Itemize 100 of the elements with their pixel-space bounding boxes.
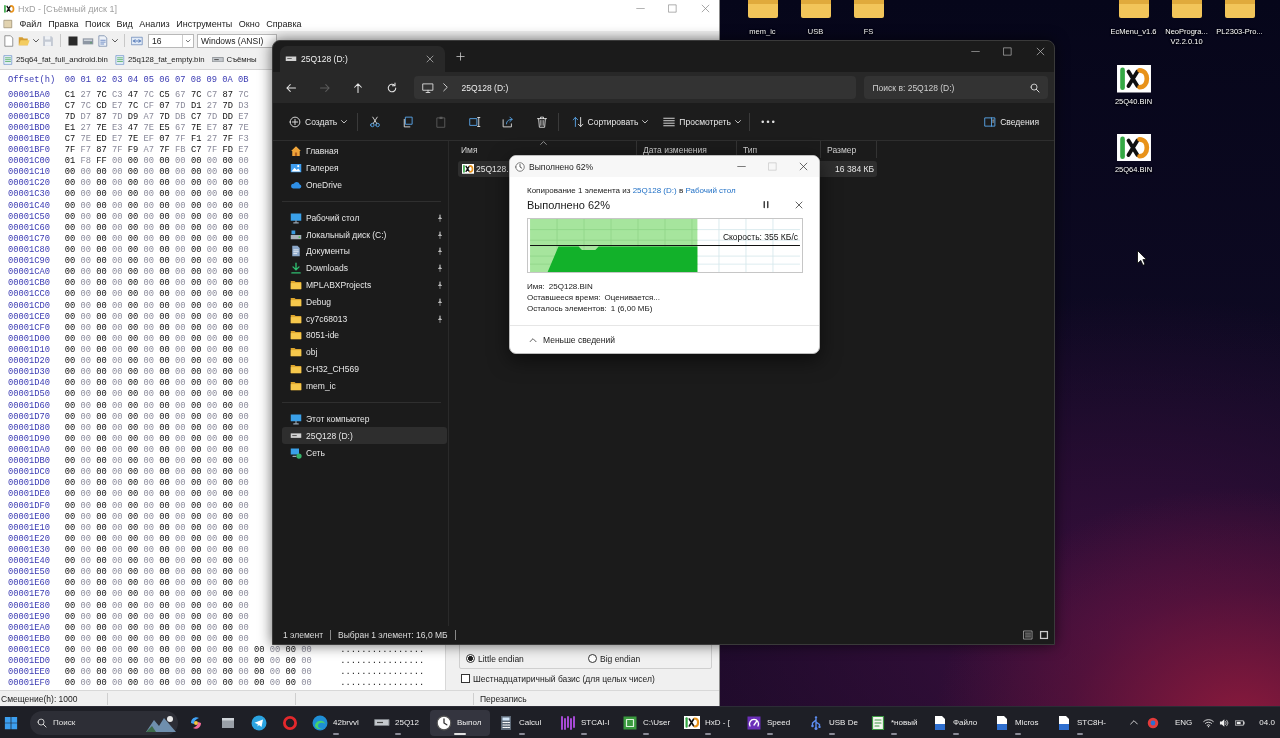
toolbar-button[interactable]: Создать <box>284 109 353 134</box>
volume-icon[interactable] <box>1219 717 1230 728</box>
plus-icon[interactable] <box>456 52 465 61</box>
less-details-button[interactable]: Меньше сведений <box>527 334 616 346</box>
clock-text[interactable]: 04.0 <box>1259 718 1275 727</box>
menu-item[interactable]: Справка <box>266 19 302 29</box>
wifi-icon[interactable] <box>1203 717 1215 728</box>
encoding-dropdown[interactable]: Windows (ANSI) <box>197 33 277 48</box>
columns-icon[interactable] <box>131 34 143 47</box>
caret-icon[interactable] <box>33 38 39 43</box>
minimize-icon[interactable] <box>970 50 980 52</box>
sidebar-item[interactable]: CH32_CH569 <box>282 360 447 378</box>
hex-file-icon[interactable] <box>1116 133 1151 162</box>
battery-icon[interactable] <box>1235 717 1246 728</box>
radio-button[interactable] <box>588 654 597 663</box>
tiles-view-icon[interactable] <box>1039 630 1049 640</box>
tray-app-icon[interactable] <box>1147 716 1159 729</box>
details-button[interactable]: Сведения <box>980 109 1043 134</box>
rename-icon[interactable] <box>468 115 481 128</box>
menu-item[interactable]: Правка <box>48 19 79 29</box>
close-icon[interactable] <box>798 162 808 171</box>
taskbar-button[interactable]: USB De <box>802 709 862 736</box>
taskbar-button[interactable]: Calcul <box>492 709 552 736</box>
menu-item[interactable]: Инструменты <box>176 19 233 29</box>
up-icon[interactable] <box>352 81 364 94</box>
source-link[interactable]: 25Q128 (D:) <box>632 186 677 195</box>
language-indicator[interactable]: ENG <box>1175 718 1193 727</box>
toolbar-button[interactable]: Просмотреть <box>659 109 745 134</box>
sidebar-item[interactable]: Рабочий стол <box>282 209 447 227</box>
ring-icon[interactable] <box>282 714 298 731</box>
square-icon[interactable] <box>67 34 79 47</box>
sidebar-item[interactable]: MPLABXProjects <box>282 276 447 294</box>
folder-icon[interactable] <box>1171 0 1202 18</box>
tab[interactable]: 25Q128 (D:) <box>280 46 445 72</box>
radio-label[interactable]: Big endian <box>600 653 641 664</box>
menu-item[interactable]: Поиск <box>85 19 110 29</box>
address-bar[interactable]: 25Q128 (D:) <box>413 76 856 99</box>
menu-item[interactable]: Вид <box>116 19 133 29</box>
taskbar-button[interactable]: 42brvvl <box>306 709 366 736</box>
sidebar-item[interactable]: cy7c68013 <box>282 310 447 327</box>
column-header[interactable]: Размер <box>827 144 857 155</box>
sidebar-item[interactable]: Галерея <box>282 159 447 177</box>
taskbar-button[interactable]: Выпол <box>430 709 490 736</box>
bytes-per-row-dropdown[interactable]: 16 <box>148 33 194 48</box>
list-view-icon[interactable] <box>1023 630 1033 640</box>
column-header[interactable]: Тип <box>743 144 758 155</box>
taskbar-button[interactable]: HxD - [ <box>678 709 738 736</box>
destination-link[interactable]: Рабочий стол <box>685 186 736 195</box>
taskbar-button[interactable]: STC8H- <box>1050 709 1110 736</box>
pause-icon[interactable] <box>763 201 769 209</box>
taskbar-button[interactable]: *новый <box>864 709 924 736</box>
chevron-up-icon[interactable] <box>1130 720 1138 725</box>
folder-icon[interactable] <box>747 0 778 18</box>
sidebar-item[interactable]: 8051-ide <box>282 326 447 344</box>
sidebar-item[interactable]: Downloads <box>282 259 447 277</box>
hex-file-icon[interactable] <box>1116 65 1151 93</box>
search-field[interactable]: Поиск в: 25Q128 (D:) <box>863 76 1048 99</box>
maximize-icon[interactable] <box>1002 46 1012 56</box>
copy-icon[interactable] <box>402 115 414 128</box>
taskbar-button[interactable]: Micros <box>988 709 1048 736</box>
radio-button[interactable] <box>466 654 475 663</box>
sidebar-item[interactable]: mem_ic <box>282 377 447 395</box>
search-field[interactable]: Поиск <box>30 710 178 735</box>
minimize-icon[interactable] <box>736 165 746 168</box>
radio-label[interactable]: Little endian <box>478 653 524 664</box>
sidebar-item[interactable]: Debug <box>282 293 447 311</box>
sidebar-item[interactable]: Сеть <box>282 444 447 461</box>
back-icon[interactable] <box>285 81 297 94</box>
menu-item[interactable]: Файл <box>19 19 42 29</box>
sidebar-item[interactable]: 25Q128 (D:) <box>282 427 447 445</box>
more-icon[interactable] <box>760 119 775 124</box>
folder-icon[interactable] <box>800 0 831 18</box>
sidebar-item[interactable]: Локальный диск (C:) <box>282 226 447 243</box>
menu-item[interactable]: Анализ <box>139 19 170 29</box>
swirl-icon[interactable] <box>188 714 204 731</box>
column-header[interactable]: Имя <box>461 144 478 155</box>
column-header[interactable]: Дата изменения <box>643 144 707 155</box>
sidebar-item[interactable]: Главная <box>282 142 447 160</box>
close-icon[interactable] <box>1035 46 1045 56</box>
taskbar-button[interactable]: C:\User <box>616 709 676 736</box>
checkbox[interactable] <box>461 674 470 683</box>
trash-icon[interactable] <box>535 115 548 128</box>
taskbar-button[interactable]: STCAI-I <box>554 709 614 736</box>
taskbar-button[interactable]: Speed <box>740 709 800 736</box>
refresh-icon[interactable] <box>385 81 398 94</box>
taskbar-button[interactable]: 25Q12 <box>368 709 428 736</box>
sidebar-item[interactable]: obj <box>282 343 447 361</box>
start-icon[interactable] <box>4 715 18 730</box>
folder-icon[interactable] <box>1224 0 1255 18</box>
taskbar-button[interactable]: Файло <box>926 709 986 736</box>
folder-icon[interactable] <box>1118 0 1149 18</box>
breadcrumb[interactable]: 25Q128 (D:) <box>461 82 509 93</box>
sidebar-item[interactable]: Документы <box>282 242 447 260</box>
share-icon[interactable] <box>502 115 515 128</box>
sidebar-item[interactable]: Этот компьютер <box>282 410 447 428</box>
paper-plane-icon[interactable] <box>251 714 267 731</box>
sidebar-item[interactable]: OneDrive <box>282 176 447 193</box>
cut-icon[interactable] <box>368 115 381 128</box>
checkbox-label[interactable]: Шестнадцатиричный базис (для целых чисел) <box>473 673 655 684</box>
close-icon[interactable] <box>795 201 803 209</box>
